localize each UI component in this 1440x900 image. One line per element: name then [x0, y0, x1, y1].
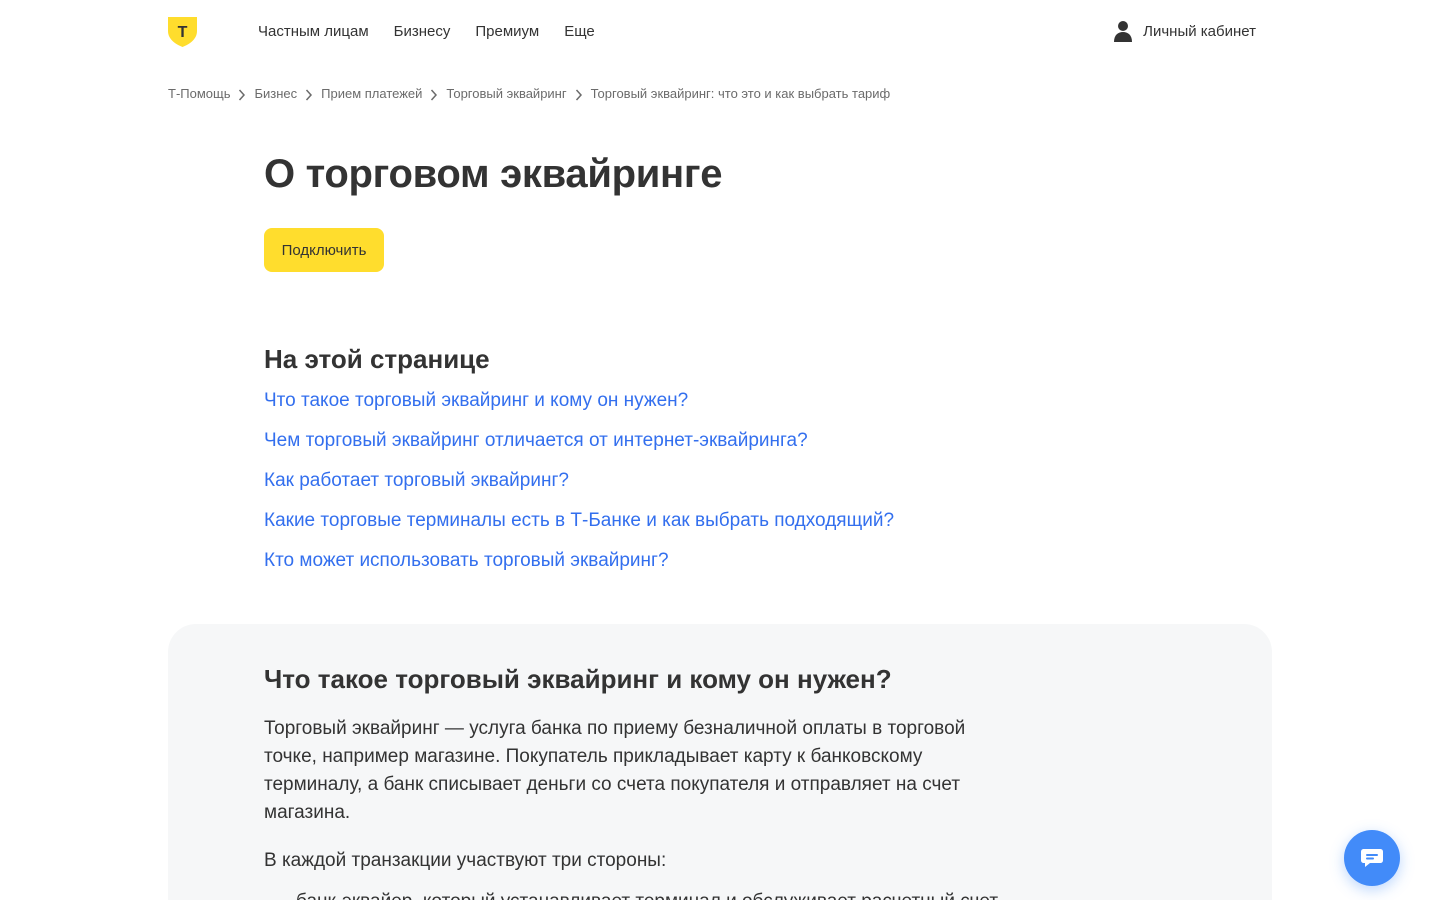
nav-item-private[interactable]: Частным лицам	[258, 22, 369, 42]
account-label: Личный кабинет	[1143, 22, 1256, 40]
toc-item: Кто может использовать торговый эквайрин…	[264, 548, 894, 588]
toc-link-how-it-works[interactable]: Как работает торговый эквайринг?	[264, 470, 569, 491]
nav-item-premium[interactable]: Премиум	[475, 22, 539, 42]
page: Т Частным лицам Бизнесу Премиум Еще Личн…	[0, 0, 1440, 900]
section-paragraph: В каждой транзакции участвуют три сторон…	[264, 850, 667, 871]
breadcrumb: Т-Помощь Бизнес Прием платежей Торговый …	[168, 85, 890, 103]
section-what-is: Что такое торговый эквайринг и кому он н…	[168, 624, 1272, 900]
breadcrumb-item-business[interactable]: Бизнес	[254, 85, 297, 103]
main-nav: Частным лицам Бизнесу Премиум Еще	[258, 22, 620, 42]
site-header: Т Частным лицам Бизнесу Премиум Еще Личн…	[0, 0, 1440, 64]
chevron-right-icon	[230, 85, 254, 103]
toc-link-what-is[interactable]: Что такое торговый эквайринг и кому он н…	[264, 390, 688, 411]
nav-item-more[interactable]: Еще	[564, 22, 595, 42]
breadcrumb-item-current[interactable]: Торговый эквайринг: что это и как выбрат…	[591, 85, 891, 103]
toc-list: Что такое торговый эквайринг и кому он н…	[264, 388, 894, 588]
list-item: банк-эквайер, который устанавливает терм…	[296, 888, 1076, 900]
toc-item: Какие торговые терминалы есть в Т-Банке …	[264, 508, 894, 548]
chat-bubble-icon	[1360, 847, 1384, 869]
chat-button[interactable]	[1344, 830, 1400, 886]
toc-link-difference[interactable]: Чем торговый эквайринг отличается от инт…	[264, 430, 808, 451]
breadcrumb-item-help[interactable]: Т-Помощь	[168, 85, 230, 103]
toc-title: На этой странице	[264, 344, 490, 374]
breadcrumb-item-payments[interactable]: Прием платежей	[321, 85, 422, 103]
toc-item: Как работает торговый эквайринг?	[264, 468, 894, 508]
chevron-right-icon	[422, 85, 446, 103]
tbank-logo-icon[interactable]: Т	[168, 17, 197, 47]
toc-link-terminals[interactable]: Какие торговые терминалы есть в Т-Банке …	[264, 510, 894, 531]
nav-item-business[interactable]: Бизнесу	[394, 22, 451, 42]
breadcrumb-item-acquiring[interactable]: Торговый эквайринг	[446, 85, 566, 103]
page-title: О торговом эквайринге	[264, 152, 723, 196]
toc-item: Чем торговый эквайринг отличается от инт…	[264, 428, 894, 468]
section-paragraph: Торговый эквайринг — услуга банка по при…	[264, 718, 966, 823]
toc-link-who-can-use[interactable]: Кто может использовать торговый эквайрин…	[264, 550, 669, 571]
chevron-right-icon	[567, 85, 591, 103]
toc-item: Что такое торговый эквайринг и кому он н…	[264, 388, 894, 428]
account-link[interactable]: Личный кабинет	[1113, 20, 1256, 42]
user-icon	[1113, 20, 1133, 42]
section-title: Что такое торговый эквайринг и кому он н…	[264, 664, 892, 694]
chevron-right-icon	[297, 85, 321, 103]
logo-letter: Т	[178, 24, 188, 41]
connect-button[interactable]: Подключить	[264, 228, 384, 272]
